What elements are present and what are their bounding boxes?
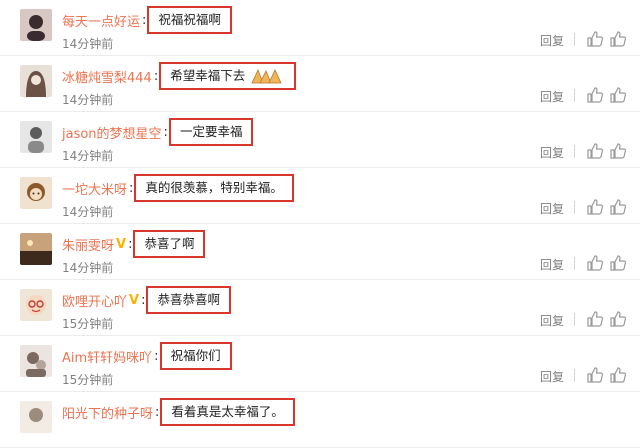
reply-button[interactable]: 回复 <box>540 32 564 49</box>
colon-separator: : <box>129 180 134 196</box>
reply-button[interactable]: 回复 <box>540 144 564 161</box>
comment-text-highlight: 恭喜恭喜啊 <box>146 286 231 314</box>
username-link[interactable]: 朱丽雯呀 <box>62 235 114 254</box>
thumbs-up-icon[interactable] <box>609 142 627 160</box>
divider <box>574 313 575 326</box>
comment-text-highlight: 真的很羡慕，特别幸福。 <box>134 174 294 202</box>
comment-row: jason的梦想星空 : 一定要幸福 14分钟前 回复 <box>0 112 640 168</box>
comment-row: 每天一点好运 : 祝福祝福啊 14分钟前 回复 <box>0 0 640 56</box>
timestamp: 15分钟前 <box>62 317 114 331</box>
comment-text-highlight: 祝福祝福啊 <box>147 6 232 34</box>
comment-row: Aim轩轩妈咪吖 : 祝福你们 15分钟前 回复 <box>0 336 640 392</box>
comment-text-highlight: 恭喜了啊 <box>133 230 206 258</box>
thumbs-up-icon[interactable] <box>609 366 627 384</box>
timestamp: 14分钟前 <box>62 149 114 163</box>
comment-list: 每天一点好运 : 祝福祝福啊 14分钟前 回复 冰糖炖雪梨444 : 希望幸福下… <box>0 0 640 448</box>
username-link[interactable]: 冰糖炖雪梨444 <box>62 67 152 86</box>
comment-row: 朱丽雯呀 V : 恭喜了啊 14分钟前 回复 <box>0 224 640 280</box>
user-avatar[interactable] <box>20 121 52 153</box>
timestamp: 14分钟前 <box>62 93 114 107</box>
comment-text-highlight: 希望幸福下去 <box>159 62 297 90</box>
timestamp: 14分钟前 <box>62 37 114 51</box>
username-link[interactable]: 一坨大米呀 <box>62 179 127 198</box>
reply-button[interactable]: 回复 <box>540 88 564 105</box>
colon-separator: : <box>141 292 146 308</box>
comment-row: 阳光下的种子呀 : 看着真是太幸福了。 <box>0 392 640 448</box>
user-avatar[interactable] <box>20 401 52 433</box>
thumbs-up-icon[interactable] <box>609 254 627 272</box>
colon-separator: : <box>153 68 159 84</box>
colon-separator: : <box>154 348 159 364</box>
reply-button[interactable]: 回复 <box>540 256 564 273</box>
comment-text: 恭喜恭喜啊 <box>157 292 220 307</box>
divider <box>574 89 575 102</box>
divider <box>574 369 575 382</box>
comment-text-highlight: 祝福你们 <box>159 342 232 370</box>
thumbs-up-icon[interactable] <box>609 30 627 48</box>
user-avatar[interactable] <box>20 233 52 265</box>
user-avatar[interactable] <box>20 289 52 321</box>
comment-text: 祝福你们 <box>170 348 221 363</box>
divider <box>574 33 575 46</box>
timestamp: 14分钟前 <box>62 261 114 275</box>
verified-badge-icon: V <box>129 292 140 308</box>
comment-text: 看着真是太幸福了。 <box>171 404 284 419</box>
timestamp: 14分钟前 <box>62 205 114 219</box>
comment-text: 祝福祝福啊 <box>158 12 221 27</box>
thumbs-up-icon[interactable] <box>586 142 604 160</box>
comment-text: 真的很羡慕，特别幸福。 <box>145 180 283 195</box>
divider <box>574 145 575 158</box>
comment-row: 冰糖炖雪梨444 : 希望幸福下去 14分钟前 回复 <box>0 56 640 112</box>
divider <box>574 257 575 270</box>
comment-text: 恭喜了啊 <box>144 236 195 251</box>
user-avatar[interactable] <box>20 65 52 97</box>
thumbs-up-icon[interactable] <box>586 310 604 328</box>
divider <box>574 201 575 214</box>
colon-separator: : <box>142 12 147 28</box>
username-link[interactable]: 欧哩开心吖 <box>62 291 127 310</box>
reply-button[interactable]: 回复 <box>540 200 564 217</box>
thumbs-up-icon[interactable] <box>586 86 604 104</box>
thumbs-up-icon[interactable] <box>609 198 627 216</box>
pray-hands-icon <box>249 67 285 85</box>
timestamp: 15分钟前 <box>62 373 114 387</box>
thumbs-up-icon[interactable] <box>586 254 604 272</box>
thumbs-up-icon[interactable] <box>609 310 627 328</box>
reply-button[interactable]: 回复 <box>540 312 564 329</box>
username-link[interactable]: jason的梦想星空 <box>62 123 162 142</box>
user-avatar[interactable] <box>20 345 52 377</box>
thumbs-up-icon[interactable] <box>609 86 627 104</box>
thumbs-up-icon[interactable] <box>586 30 604 48</box>
comment-row: 一坨大米呀 : 真的很羡慕，特别幸福。 14分钟前 回复 <box>0 168 640 224</box>
user-avatar[interactable] <box>20 177 52 209</box>
username-link[interactable]: Aim轩轩妈咪吖 <box>62 347 152 366</box>
colon-separator: : <box>128 236 133 252</box>
reply-button[interactable]: 回复 <box>540 368 564 385</box>
username-link[interactable]: 每天一点好运 <box>62 11 140 30</box>
username-link[interactable]: 阳光下的种子呀 <box>62 403 153 422</box>
thumbs-up-icon[interactable] <box>586 198 604 216</box>
colon-separator: : <box>163 124 168 140</box>
comment-text-highlight: 一定要幸福 <box>168 118 254 146</box>
verified-badge-icon: V <box>116 236 127 252</box>
colon-separator: : <box>155 404 160 420</box>
comment-text: 一定要幸福 <box>179 124 243 139</box>
user-avatar[interactable] <box>20 9 52 41</box>
comment-row: 欧哩开心吖 V : 恭喜恭喜啊 15分钟前 回复 <box>0 280 640 336</box>
comment-text: 希望幸福下去 <box>170 68 246 83</box>
thumbs-up-icon[interactable] <box>586 366 604 384</box>
